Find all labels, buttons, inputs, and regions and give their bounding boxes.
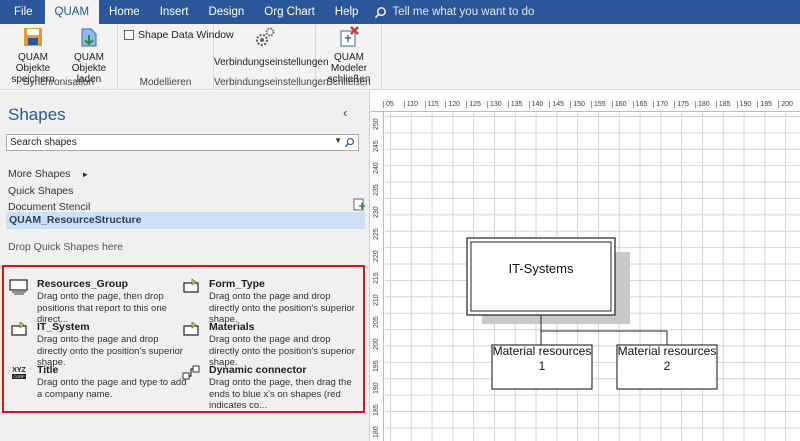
form-type-icon — [183, 278, 199, 293]
svg-text:XYZ: XYZ — [12, 367, 26, 374]
shape-name: IT_System — [37, 321, 90, 333]
connection-settings-button[interactable]: Verbindungseinstellungen — [214, 26, 329, 68]
more-shapes-menu[interactable]: More Shapes ► — [8, 168, 89, 180]
resources-group-icon — [9, 279, 28, 295]
tab-home[interactable]: Home — [99, 0, 150, 24]
shape-name: Form_Type — [209, 278, 265, 290]
search-icon[interactable] — [344, 137, 355, 148]
tell-me-box[interactable]: Tell me what you want to do — [368, 6, 534, 19]
tab-org-chart[interactable]: Org Chart — [254, 0, 325, 24]
group-schliessen: QUAM Modeler schließen Schließen — [316, 24, 382, 90]
search-placeholder: Search shapes — [10, 137, 77, 148]
group-label-verbindung: Verbindungseinstellungen — [214, 77, 329, 88]
it-systems-label: IT-Systems — [508, 261, 574, 276]
ribbon: QUAM Objekte speichern QUAM Objekte lade… — [0, 24, 800, 90]
shapes-panel: Shapes ‹ Search shapes ▼ More Shapes ► Q… — [0, 91, 370, 441]
search-icon — [375, 6, 387, 18]
org-diagram: IT-Systems Material resources 1 Material… — [466, 237, 718, 390]
shape-name: Materials — [209, 321, 255, 333]
ribbon-tab-bar: File QUAM Home Insert Design Org Chart H… — [0, 0, 800, 24]
materials-icon — [183, 321, 199, 336]
shape-name: Dynamic connector — [209, 364, 307, 376]
group-label-synchronisation: Synchronisation — [22, 77, 95, 88]
dynamic-connector-icon — [182, 365, 200, 380]
tab-quam[interactable]: QUAM — [44, 0, 100, 24]
it-systems-node[interactable]: IT-Systems — [466, 237, 616, 316]
connector-line — [541, 330, 668, 345]
group-label-modellieren: Modellieren — [139, 77, 192, 88]
chevron-right-icon: ► — [81, 170, 90, 179]
stencil-icon[interactable] — [353, 198, 366, 211]
tab-design[interactable]: Design — [198, 0, 254, 24]
shape-description: Drag onto the page and drop directly ont… — [37, 334, 183, 368]
quick-shapes-item[interactable]: Quick Shapes — [8, 185, 73, 197]
company-logo-icon: XYZ CORP — [12, 367, 27, 379]
shape-name: Resources_Group — [37, 278, 129, 290]
stencil-quam-resource-structure[interactable]: QUAM_ResourceStructure — [6, 212, 365, 229]
group-verbindung: Verbindungseinstellungen Verbindungseins… — [214, 24, 329, 90]
shape-description: Drag onto the page and type to add a com… — [37, 377, 187, 400]
group-synchronisation: QUAM Objekte speichern QUAM Objekte lade… — [0, 24, 118, 90]
tab-insert[interactable]: Insert — [150, 0, 199, 24]
node-label-line2: 2 — [664, 359, 671, 373]
material-resources-1-node[interactable]: Material resources 1 — [491, 344, 593, 390]
shape-name: Title — [37, 364, 59, 376]
tab-help[interactable]: Help — [325, 0, 369, 24]
stencil-label: QUAM_ResourceStructure — [9, 214, 142, 226]
node-label-line1: Material resources — [618, 344, 717, 358]
tab-file[interactable]: File — [0, 0, 45, 24]
it-system-icon — [11, 321, 27, 336]
tell-me-text: Tell me what you want to do — [392, 6, 535, 18]
collapse-panel-icon[interactable]: ‹ — [343, 105, 347, 120]
load-icon — [81, 28, 97, 47]
svg-text:CORP: CORP — [13, 374, 25, 379]
close-modeler-icon — [340, 26, 359, 47]
material-resources-2-node[interactable]: Material resources 2 — [616, 344, 718, 390]
group-modellieren: Shape Data Window Modellieren — [118, 24, 234, 90]
search-shapes-input[interactable]: Search shapes ▼ — [6, 134, 359, 151]
drop-quick-shapes-hint: Drop Quick Shapes here — [8, 241, 123, 253]
gear-icon — [255, 27, 275, 47]
node-label-line1: Material resources — [493, 344, 592, 358]
drawing-canvas[interactable]: 05 110 115 120 125 130 135 140 145 150 155 160 165 17… — [371, 91, 800, 441]
checkbox-box — [124, 30, 134, 40]
save-icon — [24, 28, 42, 46]
node-label-line2: 1 — [539, 359, 546, 373]
group-label-schliessen: Schließen — [326, 77, 371, 88]
chevron-down-icon[interactable]: ▼ — [334, 136, 342, 145]
shapes-panel-title: Shapes — [8, 105, 66, 124]
shape-description: Drag onto the page, then drag the ends t… — [209, 377, 352, 411]
